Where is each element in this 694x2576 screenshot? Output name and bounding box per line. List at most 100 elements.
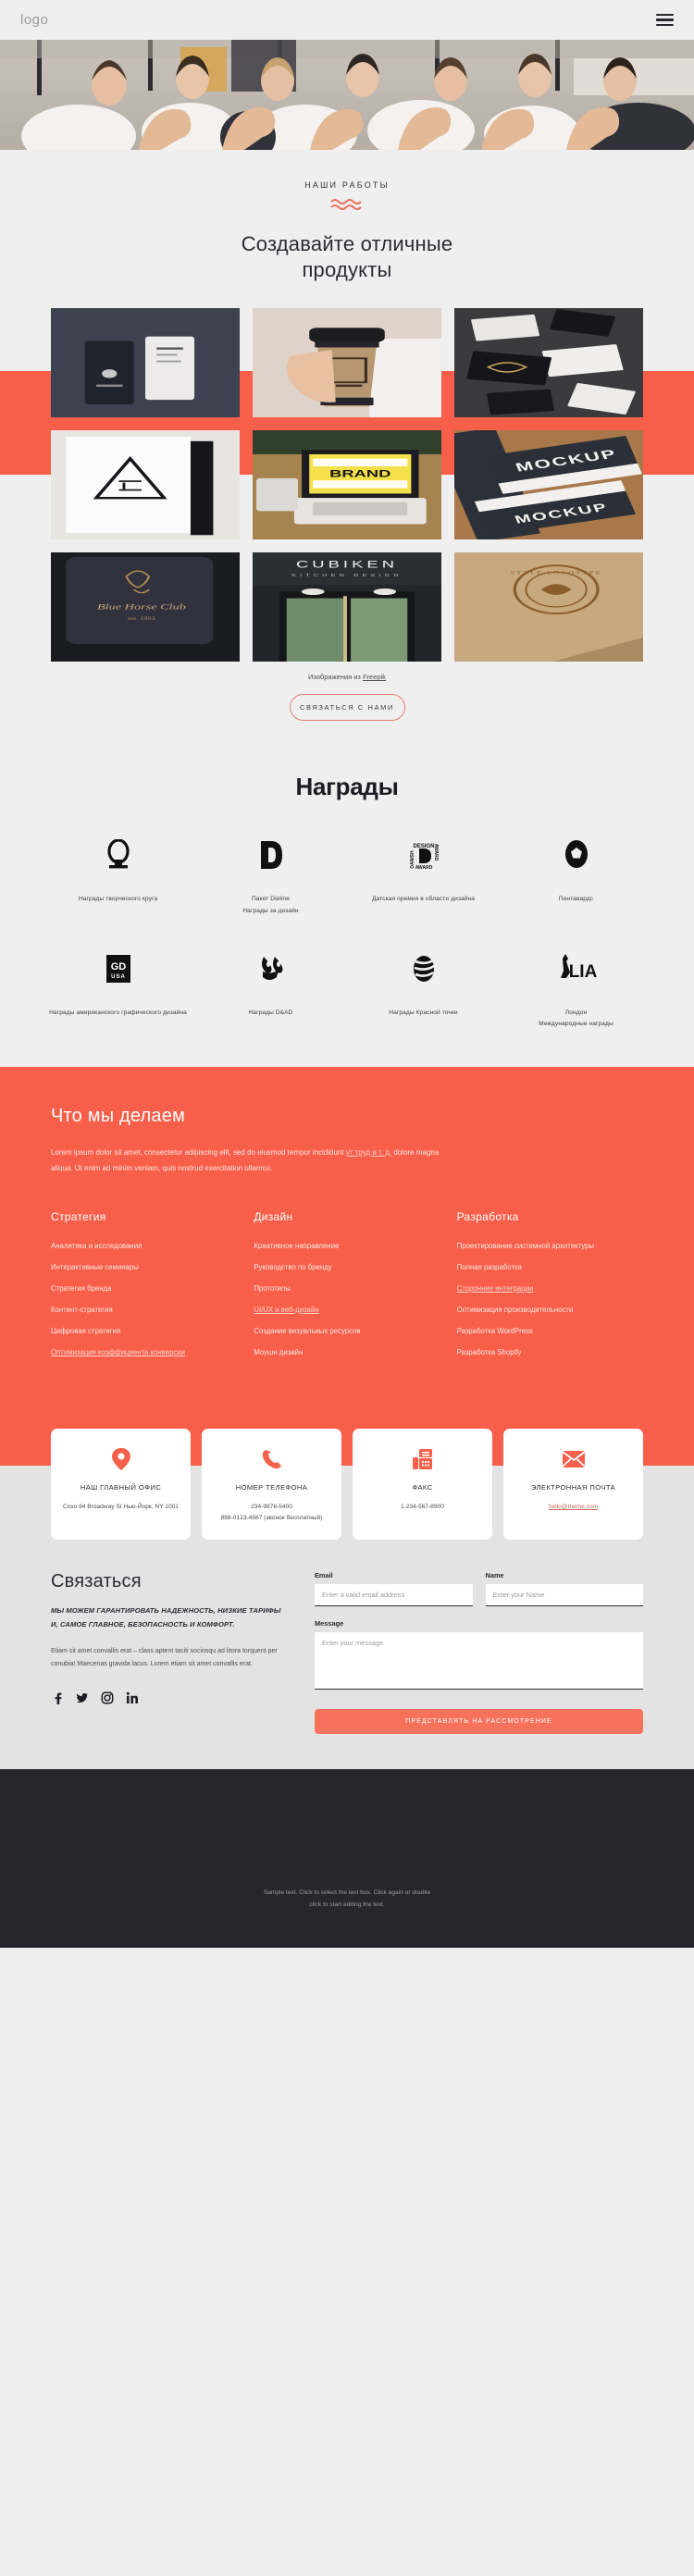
service-list-item[interactable]: Аналитика и исследования	[51, 1242, 237, 1251]
dieline-d-icon	[202, 835, 340, 875]
service-list-item[interactable]: Контент-стратегия	[51, 1306, 237, 1315]
service-list-item[interactable]: Цифровая стратегия	[51, 1327, 237, 1336]
email-input[interactable]	[315, 1584, 473, 1607]
award-item[interactable]: DESIGN DANISH AWARD AWARD Датская премия в о…	[347, 835, 500, 916]
contact-card[interactable]: НАШ ГЛАВНЫЙ ОФИС Сохо 94 Broadway St Нью-…	[51, 1429, 191, 1541]
contact-info-column: Связаться МЫ МОЖЕМ ГАРАНТИРОВАТЬ НАДЕЖНО…	[51, 1571, 287, 1704]
svg-text:Blue Horse Club: Blue Horse Club	[97, 603, 186, 612]
instagram-icon[interactable]	[101, 1691, 114, 1704]
award-item[interactable]: LIA Лондон Международные награды	[500, 948, 652, 1030]
award-item[interactable]: Награды Красной точки	[347, 948, 500, 1030]
page-title: Создавайте отличные продукты	[241, 232, 453, 282]
award-item[interactable]: Награды творческого круга	[42, 835, 194, 916]
twitter-icon[interactable]	[76, 1691, 89, 1704]
gallery-tile-kraft-envelope-logotype[interactable]: STYLE LOGOTYPE	[454, 552, 643, 663]
service-list-item[interactable]: Моушн дизайн	[254, 1348, 440, 1357]
contact-card-text: 1-234-567-8900	[401, 1504, 444, 1511]
contact-card[interactable]: ЭЛЕКТРОННАЯ ПОЧТА hello@theme.com	[503, 1429, 643, 1541]
svg-text:AWARD: AWARD	[415, 865, 432, 871]
linkedin-icon[interactable]	[126, 1691, 139, 1704]
service-list-item[interactable]: Создание визуальных ресурсов	[254, 1327, 440, 1336]
contact-card-title: ЭЛЕКТРОННАЯ ПОЧТА	[530, 1483, 616, 1492]
gallery-tile-business-card-mockup[interactable]: MOCKUP MOCKUP	[454, 430, 643, 540]
what-we-do-lead: Lorem ipsum dolor sit amet, consectetur …	[51, 1146, 440, 1177]
name-input[interactable]	[485, 1584, 643, 1607]
wave-divider-icon	[330, 199, 362, 210]
award-label: Награды творческого круга	[78, 896, 158, 903]
award-label: Пентавардс	[558, 896, 594, 903]
contact-card[interactable]: ФАКС 1-234-567-8900	[353, 1429, 492, 1541]
message-textarea[interactable]	[315, 1632, 643, 1690]
svg-text:BRAND: BRAND	[329, 469, 390, 480]
facebook-icon[interactable]	[51, 1691, 64, 1704]
gallery-tile-cubiken-storefront[interactable]: CUBIKEN KITCHEN DESIGN	[253, 552, 441, 663]
name-label: Name	[485, 1571, 504, 1580]
lead-inline-link[interactable]: ут труд и т. д.	[346, 1148, 391, 1157]
gallery-tile-black-business-cards[interactable]	[454, 308, 643, 418]
awards-grid: Награды творческого круга Пакет Dieline На…	[42, 835, 652, 1030]
service-list-item[interactable]: Разработка WordPress	[457, 1327, 643, 1336]
contact-card-title: НОМЕР ТЕЛЕФОНА	[235, 1483, 308, 1492]
award-label: Награды американского графического дизай…	[49, 1009, 187, 1016]
service-list-item[interactable]: Руководство по бренду	[254, 1263, 440, 1272]
award-item[interactable]: Пакет Dieline Награды за дизайн	[194, 835, 347, 916]
services-columns: Стратегия Аналитика и исследования Интерак…	[51, 1210, 643, 1370]
contact-us-button[interactable]: СВЯЗАТЬСЯ С НАМИ	[289, 694, 405, 722]
service-list-item[interactable]: Оптимизация коэффициента конверсии	[51, 1348, 237, 1357]
hamburger-icon[interactable]	[656, 13, 674, 27]
envelope-icon	[513, 1445, 634, 1473]
service-list-item[interactable]: Разработка Shopify	[457, 1348, 643, 1357]
service-list-item[interactable]: Полная разработка	[457, 1263, 643, 1272]
red-dot-icon	[354, 948, 492, 989]
service-list-item[interactable]: Сторонние интеграции	[457, 1284, 643, 1294]
phone-icon	[211, 1445, 332, 1473]
freepik-link[interactable]: Freepik	[363, 673, 386, 681]
gallery-tile-laptop-branding-strategy[interactable]: BRAND	[253, 430, 441, 540]
portfolio-gallery: BRAND MOCKUP MOCKUP Blue Horse Club est. 199…	[0, 283, 694, 722]
award-item[interactable]: Пентавардс	[500, 835, 652, 916]
service-list-item[interactable]: UI/UX и веб-дизайн	[254, 1306, 440, 1315]
contact-card-text: 234-9876-5400 888-0123-4567 (звонок беспл…	[220, 1504, 323, 1521]
contact-subtitle: МЫ МОЖЕМ ГАРАНТИРОВАТЬ НАДЕЖНОСТЬ, НИЗКИ…	[51, 1606, 281, 1629]
award-label: Награды Красной точки	[389, 1009, 458, 1016]
svg-text:AWARD: AWARD	[433, 844, 439, 861]
danish-design-award-icon: DESIGN DANISH AWARD AWARD	[354, 835, 492, 875]
service-list-item[interactable]: Интерактивные семинары	[51, 1263, 237, 1272]
what-we-do-section: Что мы делаем Lorem ipsum dolor sit amet…	[0, 1067, 694, 1418]
contact-card-title: НАШ ГЛАВНЫЙ ОФИС	[80, 1483, 162, 1492]
what-we-do-title: Что мы делаем	[51, 1106, 186, 1127]
award-label: Пакет Dieline Награды за дизайн	[242, 896, 299, 914]
service-list-item[interactable]: Проектирование системной архитектуры	[457, 1242, 643, 1251]
email-field-group: Email	[315, 1571, 473, 1607]
credit-prefix: Изображения из	[308, 673, 363, 682]
submit-button[interactable]: ПРЕДСТАВЛЯТЬ НА РАССМОТРЕНИЕ	[315, 1709, 643, 1735]
image-credit: Изображения из Freepik	[0, 662, 694, 682]
gallery-tile-coffee-cup-branding[interactable]	[253, 308, 441, 418]
award-item[interactable]: Награды D&AD	[194, 948, 347, 1030]
gallery-tile-minimal-book-cover[interactable]	[51, 430, 240, 540]
gallery-tile-dark-stationery-mockup[interactable]	[51, 308, 240, 418]
works-section-header: НАШИ РАБОТЫ Создавайте отличные продукты	[0, 150, 694, 284]
award-label: Датская премия в области дизайна	[371, 896, 476, 903]
site-logo[interactable]: logo	[20, 12, 48, 28]
message-label: Message	[315, 1619, 344, 1629]
service-list-item[interactable]: Стратегия бренда	[51, 1284, 237, 1294]
footer-spacer	[0, 1769, 694, 1855]
service-column: Стратегия Аналитика и исследования Интерак…	[51, 1210, 237, 1370]
service-column: Разработка Проектирование системной архит…	[457, 1210, 643, 1370]
contact-card[interactable]: НОМЕР ТЕЛЕФОНА 234-9876-5400 888-0123-4567…	[202, 1429, 341, 1541]
site-footer: Sample text. Click to select the text bo…	[0, 1854, 694, 1949]
service-list-item[interactable]: Оптимизация производительности	[457, 1306, 643, 1315]
award-item[interactable]: GD USA Награды американского графического …	[42, 948, 194, 1030]
message-field-group: Message	[315, 1619, 643, 1694]
service-list-item[interactable]: Креативное направление	[254, 1242, 440, 1251]
email-link[interactable]: hello@theme.com	[549, 1504, 598, 1510]
gallery-tile-blue-horse-club-folder[interactable]: Blue Horse Club est. 1993	[51, 552, 240, 663]
section-eyebrow: НАШИ РАБОТЫ	[304, 180, 390, 190]
lia-icon: LIA	[507, 948, 645, 989]
footer-line-2: click to start editing the text.	[309, 1901, 385, 1908]
email-label: Email	[315, 1571, 333, 1580]
lead-text-1: Lorem ipsum dolor sit amet, consectetur …	[51, 1148, 346, 1158]
footer-line-1: Sample text. Click to select the text bo…	[263, 1889, 431, 1897]
service-list-item[interactable]: Прототипы	[254, 1284, 440, 1294]
